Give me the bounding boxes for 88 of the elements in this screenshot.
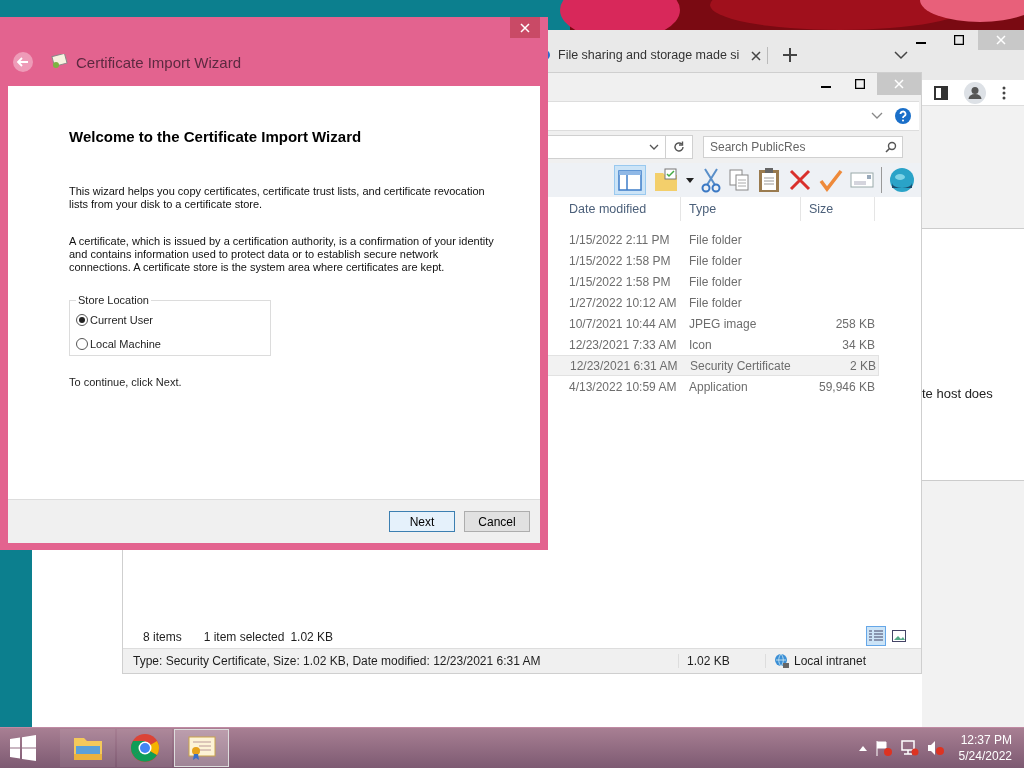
- selection-size: 1.02 KB: [290, 630, 334, 644]
- close-icon: [894, 79, 904, 89]
- radio-button[interactable]: [76, 338, 88, 350]
- dropdown-arrow-icon[interactable]: [686, 177, 694, 183]
- type-cell-text: File folder: [688, 232, 743, 247]
- windows-logo-icon: [10, 735, 36, 761]
- image-view-icon: [892, 630, 906, 642]
- status-size: 1.02 KB: [679, 654, 766, 668]
- dialog-title: Certificate Import Wizard: [76, 53, 242, 71]
- browser-logo-icon: [129, 733, 160, 763]
- selection-count: 1 item selected: [203, 630, 285, 644]
- size-cell-text: 2 KB: [849, 358, 876, 373]
- network-icon[interactable]: [900, 740, 919, 756]
- details-view-icon: [869, 630, 883, 642]
- type-cell-text: JPEG image: [688, 316, 758, 331]
- type-cell-text: Icon: [688, 337, 713, 352]
- type-cell-text: File folder: [688, 274, 743, 289]
- date-cell-text: 1/15/2022 1:58 PM: [568, 253, 672, 268]
- date-cell-text: 12/23/2021 6:31 AM: [569, 358, 679, 373]
- volume-muted-icon[interactable]: [926, 740, 945, 756]
- size-cell-text: 59,946 KB: [817, 379, 875, 394]
- intranet-globe-icon: [774, 653, 790, 669]
- wizard-heading: Welcome to the Certificate Import Wizard: [69, 128, 363, 145]
- radio-button[interactable]: [76, 314, 88, 326]
- clipboard-icon[interactable]: [757, 167, 781, 193]
- column-header[interactable]: Date modified: [561, 197, 681, 221]
- radio-option[interactable]: Current User: [76, 308, 264, 332]
- globe-icon[interactable]: [889, 167, 915, 193]
- side-panel-icon[interactable]: [934, 85, 948, 100]
- size-cell-text: 258 KB: [834, 316, 875, 331]
- close-icon: [996, 35, 1006, 45]
- status-details: Type: Security Certificate, Size: 1.02 KB, Date modified: 12/23/2021 6:31 AM: [123, 654, 679, 668]
- flag-icon[interactable]: [874, 740, 893, 756]
- close-icon[interactable]: [751, 50, 762, 61]
- column-header[interactable]: Size: [801, 197, 875, 221]
- group-label: Store Location: [77, 294, 150, 306]
- description-text: This wizard helps you copy certificates, certificate trust lists, and certificate revocation lists from your disk to a certificate store.: [69, 185, 486, 211]
- file-row[interactable]: 12/23/2021 7:33 AM Icon 34 KB: [561, 334, 879, 355]
- file-row[interactable]: 1/15/2022 1:58 PM File folder: [561, 271, 879, 292]
- type-cell-text: File folder: [688, 295, 743, 310]
- preview-pane-icon[interactable]: [614, 165, 646, 195]
- zone-label: Local intranet: [794, 654, 867, 668]
- instruction-text: To continue, click Next.: [69, 376, 183, 388]
- date-cell-text: 4/13/2022 10:59 AM: [568, 379, 678, 394]
- type-cell-text: File folder: [688, 253, 743, 268]
- taskbar-app[interactable]: [60, 729, 115, 767]
- more-menu-icon[interactable]: [1002, 85, 1006, 100]
- chevron-down-icon[interactable]: [649, 143, 659, 151]
- help-icon[interactable]: [895, 108, 911, 124]
- date-cell-text: 1/27/2022 10:12 AM: [568, 295, 678, 310]
- delete-icon[interactable]: [788, 168, 812, 192]
- dialog-button[interactable]: Next: [389, 511, 455, 532]
- close-button[interactable]: [510, 17, 540, 38]
- file-row[interactable]: 10/7/2021 10:44 AM JPEG image 258 KB: [561, 313, 879, 334]
- description-text: A certificate, which is issued by a certification authority, is a confirmation of your identity and contains information used to protect data or to establish secure network connections. A certificate store is the system area where certificates are kept.: [69, 235, 494, 274]
- clock-date[interactable]: 5/24/2022: [958, 748, 1012, 764]
- certificate-icon: [186, 734, 217, 762]
- file-row[interactable]: 1/27/2022 10:12 AM File folder: [561, 292, 879, 313]
- caret-up-icon[interactable]: [858, 745, 867, 751]
- file-row[interactable]: 1/15/2022 1:58 PM File folder: [561, 250, 879, 271]
- close-icon: [520, 22, 530, 33]
- date-cell-text: 1/15/2022 2:11 PM: [568, 232, 671, 247]
- taskbar-app[interactable]: [174, 729, 229, 767]
- taskbar-app[interactable]: [117, 729, 172, 767]
- clock-time[interactable]: 12:37 PM: [960, 732, 1012, 748]
- size-cell-text: 34 KB: [841, 337, 875, 352]
- folder-check-icon[interactable]: [653, 167, 679, 193]
- type-cell-text: Security Certificate: [689, 358, 792, 373]
- certificate-icon: [50, 54, 68, 70]
- checkmark-icon[interactable]: [819, 168, 843, 192]
- file-row[interactable]: 1/15/2022 2:11 PM File folder: [561, 229, 879, 250]
- date-cell-text: 1/15/2022 1:58 PM: [568, 274, 672, 289]
- scissors-icon[interactable]: [701, 167, 721, 193]
- search-field[interactable]: Search PublicRes: [703, 136, 903, 158]
- date-cell-text: 10/7/2021 10:44 AM: [568, 316, 678, 331]
- item-count: 8 items: [143, 630, 182, 644]
- page-text: te host does: [922, 385, 993, 401]
- search-icon: [885, 141, 897, 153]
- date-cell-text: 12/23/2021 7:33 AM: [568, 337, 678, 352]
- dialog-button[interactable]: Cancel: [464, 511, 530, 532]
- profile-avatar-icon[interactable]: [964, 81, 986, 104]
- type-cell-text: Application: [688, 379, 749, 394]
- radio-option[interactable]: Local Machine: [76, 332, 264, 356]
- plus-icon[interactable]: [782, 47, 799, 63]
- file-row[interactable]: 4/13/2022 10:59 AM Application 59,946 KB: [561, 376, 879, 397]
- column-header[interactable]: Type: [681, 197, 801, 221]
- chevron-down-icon[interactable]: [871, 112, 883, 120]
- chevron-down-icon[interactable]: [894, 50, 909, 60]
